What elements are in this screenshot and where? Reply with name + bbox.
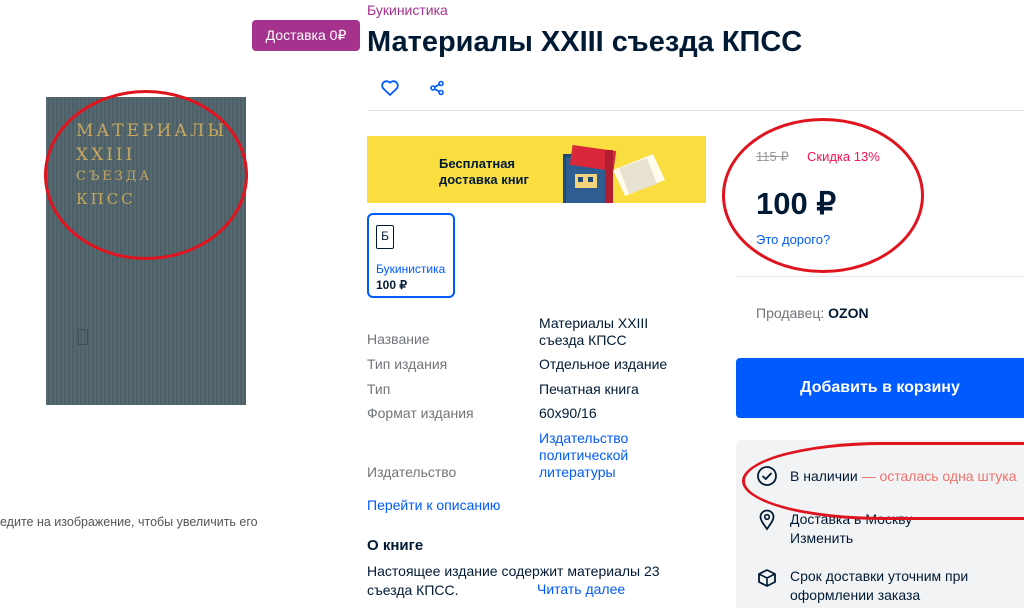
location-pin-icon [759,509,775,531]
remaining-count: — осталась одна штука [861,468,1017,484]
spec-value-format: 60x90/16 [539,405,597,421]
book-cover-image[interactable]: МАТЕРИАЛЫ XXIII СЪЕЗДА КПСС [46,97,246,405]
free-delivery-badge: Доставка 0₽ [252,20,360,51]
share-button[interactable] [425,76,449,100]
variant-book-icon: Б [376,225,394,249]
cover-title-line: МАТЕРИАЛЫ [76,121,228,141]
about-book-heading: О книге [367,537,424,554]
variant-card-bukinistika[interactable]: Б Букинистика 100 ₽ [367,213,455,298]
current-price: 100 ₽ [756,186,837,221]
spec-label-edition-type: Тип издания [367,356,448,372]
delivery-term: Срок доставки уточним при оформлении зак… [790,568,969,603]
about-book-text: Настоящее издание содержит материалы 23 … [367,563,660,598]
is-expensive-link[interactable]: Это дорого? [756,232,830,247]
change-city-link[interactable]: Изменить [790,530,853,546]
cover-title-line: КПСС [76,190,136,208]
old-price: 115 ₽ [756,149,789,164]
spec-label-format: Формат издания [367,405,474,421]
spec-label-title: Название [367,331,430,347]
books-illustration [563,145,665,203]
cover-title-line: СЪЕЗДА [76,169,153,184]
seller-name[interactable]: OZON [828,305,868,321]
spec-value-edition-type: Отдельное издание [539,356,668,372]
spec-value-type: Печатная книга [539,381,639,397]
box-icon [758,569,776,587]
variant-name: Букинистика [376,262,446,276]
discount-label: Скидка 13% [807,149,880,164]
in-stock-label: В наличии [790,468,858,484]
seller-label: Продавец: [756,305,825,321]
zoom-hint: едите на изображение, чтобы увеличить ег… [0,515,258,529]
favorite-button[interactable] [378,76,402,100]
cover-title-line: XXIII [76,145,136,165]
in-stock-status: В наличии — осталась одна штука [790,468,1017,484]
banner-text: Бесплатная доставка книг [439,156,529,187]
heart-icon [381,80,399,96]
header-divider [367,110,1024,111]
delivery-city: Доставка в Москву [790,511,913,527]
read-more-link[interactable]: Читать далее [537,581,625,597]
product-title: Материалы XXIII съезда КПСС [367,26,803,58]
seller-info: Продавец: OZON [756,305,869,321]
add-to-cart-button[interactable]: Добавить в корзину [736,358,1024,418]
goto-description-link[interactable]: Перейти к описанию [367,497,500,513]
spec-value-title: Материалы XXIII съезда КПСС [539,315,649,348]
spec-value-publisher-link[interactable]: Издательство политической литературы [539,430,659,481]
check-circle-icon [757,466,777,486]
category-breadcrumb[interactable]: Букинистика [367,2,448,18]
spec-label-publisher: Издательство [367,464,457,480]
cover-emblem [78,329,88,345]
free-delivery-banner[interactable]: Бесплатная доставка книг [367,136,706,203]
price-divider [736,276,1024,277]
spec-label-type: Тип [367,381,391,397]
share-icon [430,80,444,96]
variant-price: 100 ₽ [376,278,407,292]
